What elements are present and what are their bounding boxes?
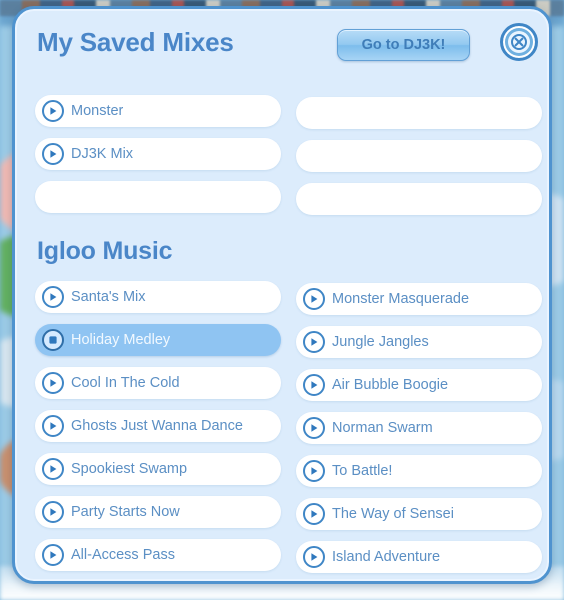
play-icon[interactable] bbox=[42, 100, 64, 122]
track-label: To Battle! bbox=[332, 463, 393, 479]
track-row[interactable]: Island Adventure bbox=[296, 541, 542, 573]
play-icon[interactable] bbox=[303, 331, 325, 353]
track-label: Monster bbox=[71, 103, 124, 119]
saved-mixes-left-column: Monster DJ3K Mix bbox=[35, 95, 281, 224]
track-row[interactable]: Air Bubble Boogie bbox=[296, 369, 542, 401]
play-icon[interactable] bbox=[42, 372, 64, 394]
stop-icon[interactable] bbox=[42, 329, 64, 351]
track-label: All-Access Pass bbox=[71, 547, 175, 563]
track-row[interactable]: Spookiest Swamp bbox=[35, 453, 281, 485]
track-label: The Way of Sensei bbox=[332, 506, 454, 522]
track-label: Holiday Medley bbox=[71, 332, 171, 348]
play-icon[interactable] bbox=[303, 503, 325, 525]
play-icon[interactable] bbox=[42, 415, 64, 437]
page-title: My Saved Mixes bbox=[37, 27, 234, 57]
go-to-dj3k-button[interactable]: Go to DJ3K! bbox=[337, 29, 470, 61]
panel-header: My Saved Mixes Go to DJ3K! bbox=[15, 9, 549, 83]
track-label: Island Adventure bbox=[332, 549, 441, 565]
play-icon[interactable] bbox=[303, 288, 325, 310]
track-row[interactable]: Santa's Mix bbox=[35, 281, 281, 313]
track-label: Monster Masquerade bbox=[332, 291, 470, 307]
track-row[interactable]: To Battle! bbox=[296, 455, 542, 487]
track-row[interactable]: The Way of Sensei bbox=[296, 498, 542, 530]
play-icon[interactable] bbox=[303, 460, 325, 482]
igloo-music-heading: Igloo Music bbox=[37, 237, 173, 265]
track-label: Cool In The Cold bbox=[71, 375, 180, 391]
track-label: Air Bubble Boogie bbox=[332, 377, 449, 393]
track-label: Norman Swarm bbox=[332, 420, 433, 436]
empty-mix-slot bbox=[296, 97, 542, 129]
track-row[interactable]: Norman Swarm bbox=[296, 412, 542, 444]
empty-mix-slot bbox=[296, 183, 542, 215]
track-row[interactable]: All-Access Pass bbox=[35, 539, 281, 571]
play-icon[interactable] bbox=[42, 544, 64, 566]
track-row[interactable]: Ghosts Just Wanna Dance bbox=[35, 410, 281, 442]
track-row[interactable]: Cool In The Cold bbox=[35, 367, 281, 399]
track-row[interactable]: Party Starts Now bbox=[35, 496, 281, 528]
close-button[interactable] bbox=[500, 23, 538, 61]
igloo-music-right-column: Monster Masquerade Jungle Jangles Air Bubb… bbox=[296, 283, 542, 584]
empty-mix-slot bbox=[296, 140, 542, 172]
track-row[interactable]: Monster bbox=[35, 95, 281, 127]
track-row[interactable]: Jungle Jangles bbox=[296, 326, 542, 358]
track-row[interactable]: Monster Masquerade bbox=[296, 283, 542, 315]
play-icon[interactable] bbox=[42, 458, 64, 480]
track-label: Santa's Mix bbox=[71, 289, 146, 305]
play-icon[interactable] bbox=[303, 417, 325, 439]
saved-mixes-right-column bbox=[296, 97, 542, 226]
play-icon[interactable] bbox=[303, 546, 325, 568]
play-icon[interactable] bbox=[42, 143, 64, 165]
track-row[interactable]: DJ3K Mix bbox=[35, 138, 281, 170]
empty-mix-slot bbox=[35, 181, 281, 213]
go-to-dj3k-label: Go to DJ3K! bbox=[361, 37, 446, 53]
track-label: Spookiest Swamp bbox=[71, 461, 188, 477]
close-icon bbox=[511, 34, 527, 50]
track-label: Party Starts Now bbox=[71, 504, 180, 520]
play-icon[interactable] bbox=[42, 501, 64, 523]
track-label: DJ3K Mix bbox=[71, 146, 134, 162]
play-icon[interactable] bbox=[42, 286, 64, 308]
track-label: Jungle Jangles bbox=[332, 334, 429, 350]
igloo-music-left-column: Santa's Mix Holiday Medley Cool In The Col… bbox=[35, 281, 281, 582]
track-label: Ghosts Just Wanna Dance bbox=[71, 418, 243, 434]
play-icon[interactable] bbox=[303, 374, 325, 396]
track-row[interactable]: Holiday Medley bbox=[35, 324, 281, 356]
screen: My Saved Mixes Go to DJ3K! Monster DJ3K M… bbox=[0, 0, 564, 600]
saved-mixes-panel: My Saved Mixes Go to DJ3K! Monster DJ3K M… bbox=[12, 6, 552, 584]
